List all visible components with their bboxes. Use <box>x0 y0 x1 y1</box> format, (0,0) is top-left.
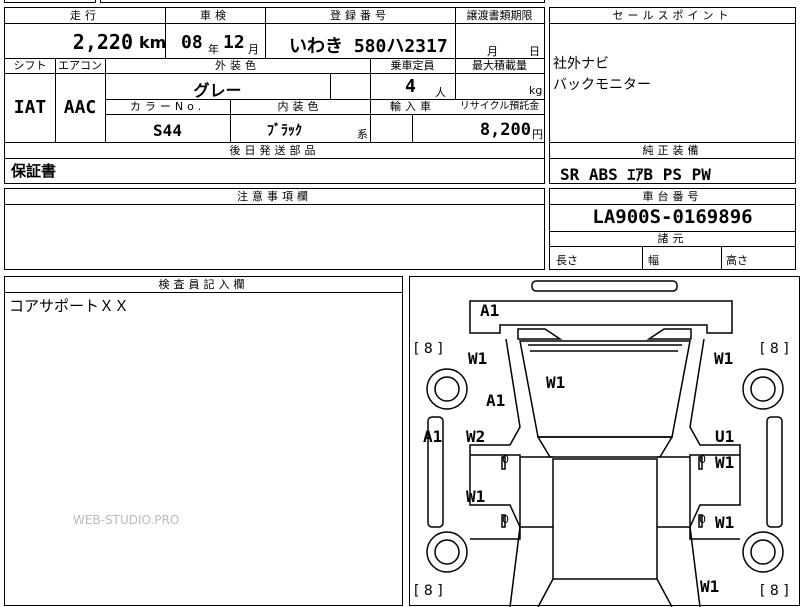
later-parts-box: 後日発送部品 保証書 <box>4 142 545 184</box>
inspection-month: 12 <box>223 32 245 53</box>
notes-header: 注意事項欄 <box>5 189 544 205</box>
tread-front-left: [ 8 ] <box>414 341 443 357</box>
damage-mark-w1-front-left: W1 <box>468 349 488 368</box>
exterior-color-header: 外装色 <box>105 58 370 74</box>
damage-mark-a1-side: A1 <box>423 427 443 446</box>
damage-mark-w1-left-b: W1 <box>466 487 486 506</box>
ac-header: エアコン <box>55 58 105 74</box>
transfer-deadline-header: 譲渡書類期限 <box>455 8 544 24</box>
exterior-color-value: グレー <box>193 81 242 100</box>
chassis-box: 車台番号 LA900S-0169896 諸元 長さ 幅 高さ <box>549 188 796 270</box>
damage-mark-u1: U1 <box>715 427 735 446</box>
chassis-number: LA900S-0169896 <box>592 206 753 228</box>
car-diagram: A1 W1 W1 W1 A1 A1 W2 U1 W1 W1 W1 W1 [ 8 … <box>409 276 800 607</box>
recycle-unit: 円 <box>532 128 543 141</box>
tread-rear-left: [ 8 ] <box>414 583 443 599</box>
color-no-header: カラーNo. <box>105 99 230 115</box>
shift-value: IAT <box>13 97 47 118</box>
inspector-box: 検査員記入欄 コアサポートＸＸ WEB-STUDIO.PRO <box>4 276 403 606</box>
recycle-header: リサイクル預託金 <box>455 99 544 115</box>
inspector-note: コアサポートＸＸ <box>9 297 130 315</box>
equipment-box: 純正装備 SR ABS ｴｱB PS PW <box>549 142 796 184</box>
max-load-header: 最大積載量 <box>455 58 544 74</box>
interior-color-header: 内装色 <box>230 99 370 115</box>
color-no-value: S44 <box>153 121 182 140</box>
later-parts-header: 後日発送部品 <box>5 143 544 159</box>
transfer-day: 日 <box>529 45 540 58</box>
seats-header: 乗車定員 <box>370 58 455 74</box>
top-strip-mid <box>100 0 545 3</box>
inspector-header: 検査員記入欄 <box>5 277 402 293</box>
ac-value: AAC <box>63 97 97 118</box>
vehicle-info-table: 走行 車検 登録番号 譲渡書類期限 2,220 km 08 年 12 月 いわき… <box>4 7 545 144</box>
sales-point-1: 社外ナビ <box>553 56 609 72</box>
tread-front-right: [ 8 ] <box>760 341 789 357</box>
equipment-header: 純正装備 <box>550 143 795 159</box>
width-label: 幅 <box>648 254 659 267</box>
length-label: 長さ <box>556 254 578 267</box>
recycle-value: 8,200 <box>479 120 531 140</box>
interior-suffix: 系 <box>357 128 368 141</box>
damage-mark-w1-hood: W1 <box>546 373 566 392</box>
zero-mark-2: 0 <box>699 453 706 466</box>
zero-mark-4: 0 <box>699 513 706 526</box>
inspection-year: 08 <box>181 32 203 53</box>
load-unit: kg <box>529 84 543 97</box>
zero-mark-1: 0 <box>502 453 509 466</box>
interior-color-value: ﾌﾞﾗｯｸ <box>267 123 302 139</box>
top-strip-left <box>4 0 96 3</box>
watermark: WEB-STUDIO.PRO <box>73 513 180 527</box>
damage-mark-w1-rear-right: W1 <box>700 577 720 596</box>
dimensions-header: 諸元 <box>550 231 795 247</box>
tread-rear-right: [ 8 ] <box>760 583 789 599</box>
chassis-header: 車台番号 <box>550 189 795 205</box>
sales-point-2: バックモニター <box>553 77 651 93</box>
equipment-value: SR ABS ｴｱB PS PW <box>560 165 711 184</box>
damage-mark-a1-top: A1 <box>480 301 500 320</box>
registration-header: 登録番号 <box>265 8 455 24</box>
sales-points-header: セールスポイント <box>550 8 795 24</box>
month-unit: 月 <box>248 43 259 56</box>
year-unit: 年 <box>208 43 219 56</box>
damage-mark-w2: W2 <box>466 427 486 446</box>
zero-mark-3: 0 <box>502 513 509 526</box>
mileage-value: 2,220 <box>72 30 133 54</box>
seats-value: 4 <box>405 76 416 97</box>
shift-header: シフト <box>5 58 55 74</box>
registration-number: いわき 580ハ2317 <box>289 36 448 57</box>
notes-box: 注意事項欄 <box>4 188 545 270</box>
mileage-unit: km <box>139 33 167 52</box>
height-label: 高さ <box>726 254 748 267</box>
mileage-header: 走行 <box>5 8 165 24</box>
damage-mark-w1-right-b: W1 <box>715 513 735 532</box>
transfer-month: 月 <box>487 45 498 58</box>
inspection-header: 車検 <box>165 8 265 24</box>
damage-mark-a1-mid: A1 <box>486 391 506 410</box>
damage-mark-w1-right-a: W1 <box>715 453 735 472</box>
damage-mark-w1-front-right: W1 <box>714 349 734 368</box>
import-header: 輸入車 <box>370 99 455 115</box>
later-parts-value: 保証書 <box>11 162 57 180</box>
sales-points-box: セールスポイント 社外ナビ バックモニター <box>549 7 796 151</box>
seats-unit: 人 <box>435 86 446 99</box>
